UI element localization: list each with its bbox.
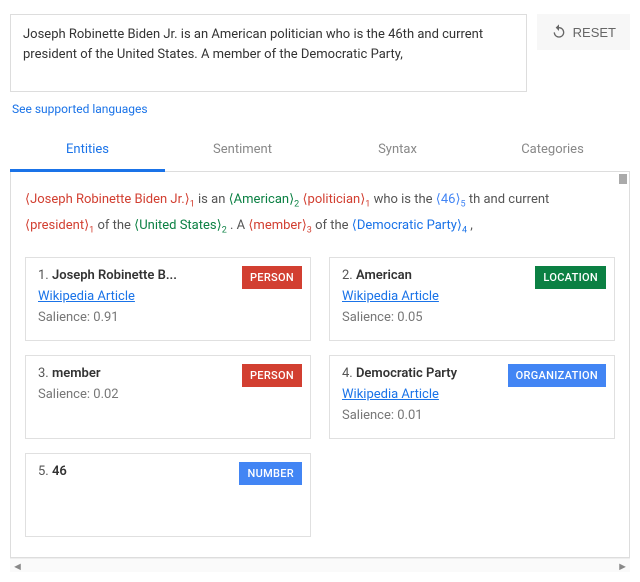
supported-languages-link[interactable]: See supported languages bbox=[12, 102, 148, 116]
scrollbar-horizontal[interactable]: ◄ ► bbox=[10, 558, 630, 572]
tabs: Entities Sentiment Syntax Categories bbox=[10, 130, 630, 172]
wikipedia-link[interactable]: Wikipedia Article bbox=[38, 289, 135, 304]
entity-type-tag: NUMBER bbox=[239, 462, 302, 485]
entity-type-tag: LOCATION bbox=[535, 266, 606, 289]
entity-type-tag: ORGANIZATION bbox=[508, 364, 606, 387]
tab-categories[interactable]: Categories bbox=[475, 130, 630, 171]
tab-syntax[interactable]: Syntax bbox=[320, 130, 475, 171]
entity-card: PERSON3. memberSalience: 0.02 bbox=[25, 355, 311, 439]
entity-card: LOCATION2. AmericanWikipedia ArticleSali… bbox=[329, 257, 615, 341]
tab-entities[interactable]: Entities bbox=[10, 130, 165, 172]
annotated-sentence: ⟨Joseph Robinette Biden Jr.⟩1 is an ⟨Ame… bbox=[25, 188, 615, 239]
salience-text: Salience: 0.01 bbox=[342, 408, 602, 423]
reset-button[interactable]: RESET bbox=[537, 14, 630, 50]
reset-icon bbox=[551, 23, 567, 42]
wikipedia-link[interactable]: Wikipedia Article bbox=[342, 289, 439, 304]
reset-label: RESET bbox=[573, 25, 616, 40]
entity-cards: PERSON1. Joseph Robinette B...Wikipedia … bbox=[25, 257, 615, 537]
results-panel: ⟨Joseph Robinette Biden Jr.⟩1 is an ⟨Ame… bbox=[10, 172, 630, 558]
entity-card: PERSON1. Joseph Robinette B...Wikipedia … bbox=[25, 257, 311, 341]
scroll-left-icon: ◄ bbox=[12, 560, 23, 573]
scrollbar-vertical[interactable] bbox=[619, 174, 627, 184]
entity-card: ORGANIZATION4. Democratic PartyWikipedia… bbox=[329, 355, 615, 439]
entity-type-tag: PERSON bbox=[242, 266, 302, 289]
salience-text: Salience: 0.05 bbox=[342, 310, 602, 325]
scroll-right-icon: ► bbox=[617, 560, 628, 573]
wikipedia-link[interactable]: Wikipedia Article bbox=[342, 387, 439, 402]
salience-text: Salience: 0.91 bbox=[38, 310, 298, 325]
entity-type-tag: PERSON bbox=[242, 364, 302, 387]
salience-text: Salience: 0.02 bbox=[38, 387, 298, 402]
tab-sentiment[interactable]: Sentiment bbox=[165, 130, 320, 171]
analysis-input[interactable] bbox=[10, 14, 527, 92]
entity-card: NUMBER5. 46 bbox=[25, 453, 311, 537]
